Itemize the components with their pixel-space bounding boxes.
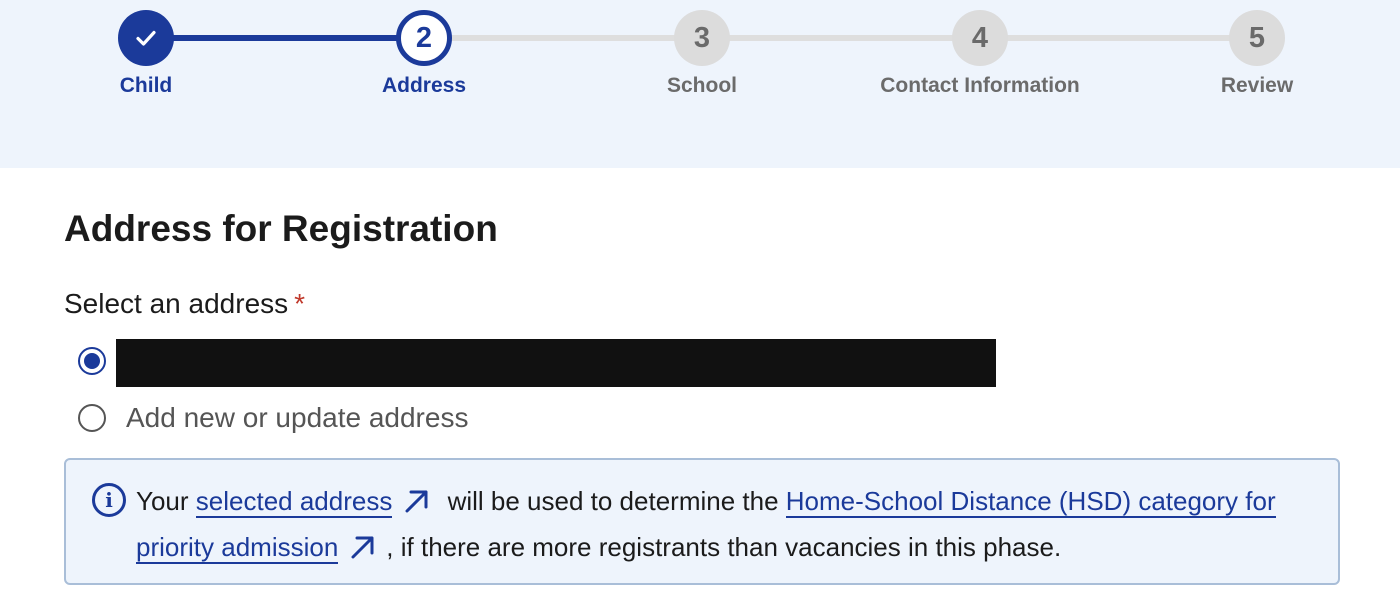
step-2-label: Address (381, 74, 467, 97)
info-text: Your selected address will be used to de… (136, 478, 1306, 570)
page-title: Address for Registration (64, 208, 498, 249)
info-text-middle: will be used to determine the (447, 486, 779, 516)
progress-stepper: Child 2 Address 3 School 4 Contact Infor… (0, 0, 1400, 168)
info-icon: i (92, 483, 126, 517)
external-link-icon[interactable] (348, 532, 378, 562)
step-4-label: Contact Information (880, 74, 1080, 97)
step-5-label: Review (1220, 74, 1294, 97)
external-link-icon[interactable] (402, 486, 432, 516)
selected-address-link[interactable]: selected address (195, 486, 393, 518)
required-mark: * (294, 288, 306, 319)
track-segment-1-2 (146, 35, 424, 41)
address-field-label: Select an address * (64, 288, 305, 320)
info-text-before: Your (136, 486, 189, 516)
step-5-circle: 5 (1229, 10, 1285, 66)
step-1-circle[interactable] (118, 10, 174, 66)
step-4-circle: 4 (952, 10, 1008, 66)
check-icon (136, 30, 156, 46)
info-callout: i Your selected address will be used to … (64, 458, 1340, 585)
address-option-1-radio[interactable] (78, 347, 106, 375)
redacted-address-text (116, 339, 996, 387)
track-segment-2-3 (424, 35, 702, 41)
address-option-1[interactable] (78, 347, 106, 375)
track-segment-4-5 (980, 35, 1257, 41)
step-3-label: School (666, 74, 737, 97)
track-segment-3-4 (702, 35, 980, 41)
address-option-new-label[interactable]: Add new or update address (126, 402, 468, 434)
step-3-circle: 3 (674, 10, 730, 66)
step-2-circle: 2 (396, 10, 452, 66)
info-text-after: , if there are more registrants than vac… (386, 532, 1062, 562)
step-1-label[interactable]: Child (36, 72, 256, 100)
address-field-label-text: Select an address (64, 288, 289, 319)
address-option-new-radio[interactable] (78, 404, 106, 432)
address-option-new[interactable]: Add new or update address (78, 402, 468, 434)
